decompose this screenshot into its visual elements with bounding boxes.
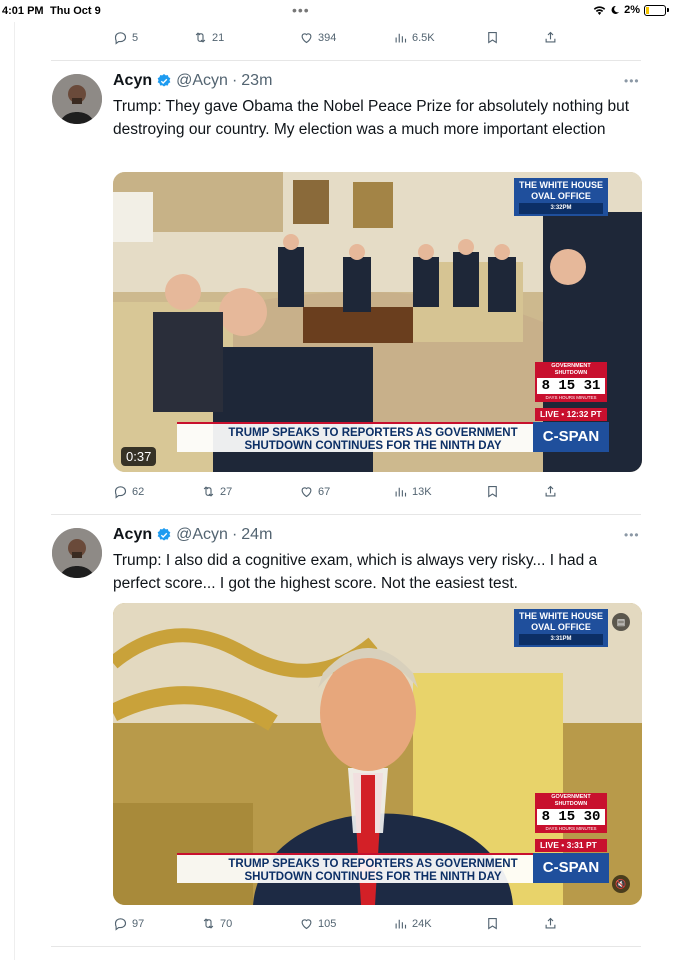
heart-icon	[301, 487, 312, 498]
live-indicator: LIVE • 3:31 PT	[535, 839, 607, 852]
bookmark-button[interactable]	[485, 916, 500, 931]
network-location-badge: THE WHITE HOUSE OVAL OFFICE 3:32PM	[513, 178, 608, 216]
reply-icon	[114, 918, 127, 931]
reply-icon	[114, 32, 127, 45]
share-button[interactable]	[543, 484, 558, 499]
shutdown-count: 8 15 30	[537, 809, 605, 825]
author-name[interactable]: Acyn	[113, 526, 152, 544]
share-icon	[545, 485, 556, 497]
status-time: 4:01 PM	[2, 5, 44, 17]
video-duration: 0:37	[121, 447, 157, 466]
share-icon	[545, 31, 556, 43]
author-handle[interactable]: @Acyn	[176, 72, 228, 90]
bookmark-icon	[488, 917, 497, 930]
views-button[interactable]: 6.5K	[393, 30, 435, 45]
heart-icon	[301, 919, 312, 930]
tweet-actions: 62 27 67 13K	[113, 482, 573, 502]
share-icon	[545, 917, 556, 929]
repost-icon	[203, 918, 214, 929]
tweet-video[interactable]: THE WHITE HOUSE OVAL OFFICE 3:32PM GOVER…	[113, 172, 642, 472]
author-name[interactable]: Acyn	[113, 72, 152, 90]
tweet-divider	[51, 60, 641, 61]
mute-icon[interactable]: 🔇	[612, 875, 630, 893]
avatar[interactable]	[52, 74, 102, 124]
repost-button[interactable]: 70	[201, 916, 232, 931]
verified-badge-icon	[157, 528, 171, 541]
live-indicator: LIVE • 12:32 PT	[535, 408, 607, 421]
like-count: 67	[318, 485, 331, 498]
tweet-actions-previous: 5 21 394 6.5K	[113, 28, 573, 48]
like-button[interactable]: 67	[299, 484, 330, 499]
like-count: 394	[318, 31, 337, 44]
views-chart-icon	[395, 33, 407, 43]
network-location-badge: THE WHITE HOUSE OVAL OFFICE 3:31PM	[513, 609, 608, 647]
repost-count: 27	[220, 485, 233, 498]
news-chyron: TRUMP SPEAKS TO REPORTERS AS GOVERNMENT …	[177, 422, 569, 452]
repost-icon	[195, 32, 206, 43]
captions-icon[interactable]: ▤	[612, 613, 630, 631]
heart-icon	[301, 33, 312, 44]
cspan-logo: C-SPAN	[533, 853, 609, 883]
tweet-divider	[51, 514, 641, 515]
bookmark-icon	[488, 485, 497, 498]
status-right: 2%	[593, 4, 669, 16]
repost-icon	[203, 486, 214, 497]
battery-icon	[644, 4, 669, 16]
repost-button[interactable]: 27	[201, 484, 232, 499]
bookmark-button[interactable]	[485, 484, 500, 499]
views-chart-icon	[395, 487, 407, 497]
tweet-header: Acyn @Acyn · 24m	[113, 526, 273, 544]
reply-icon	[114, 486, 127, 499]
bookmark-button[interactable]	[485, 30, 500, 45]
shutdown-count: 8 15 31	[537, 378, 605, 394]
bookmark-icon	[488, 31, 497, 44]
views-count: 24K	[412, 917, 432, 930]
like-count: 105	[318, 917, 337, 930]
tweet-time[interactable]: 24m	[241, 526, 272, 544]
reply-button[interactable]: 97	[113, 916, 144, 931]
tweet-header: Acyn @Acyn · 23m	[113, 72, 273, 90]
views-count: 6.5K	[412, 31, 435, 44]
moon-icon	[611, 5, 620, 14]
share-button[interactable]	[543, 916, 558, 931]
views-button[interactable]: 24K	[393, 916, 432, 931]
tweet-divider	[51, 946, 641, 947]
tweet-actions: 97 70 105 24K	[113, 914, 573, 934]
more-options-icon[interactable]: •••	[624, 74, 640, 88]
avatar[interactable]	[52, 528, 102, 578]
column-border	[14, 22, 15, 960]
reply-button[interactable]: 5	[113, 30, 138, 45]
repost-count: 70	[220, 917, 233, 930]
reply-button[interactable]: 62	[113, 484, 144, 499]
repost-button[interactable]: 21	[193, 30, 224, 45]
views-chart-icon	[395, 919, 407, 929]
reply-count: 62	[132, 485, 145, 498]
status-date: Thu Oct 9	[50, 5, 101, 17]
reply-count: 5	[132, 31, 139, 44]
like-button[interactable]: 105	[299, 916, 336, 931]
views-count: 13K	[412, 485, 432, 498]
verified-badge-icon	[157, 74, 171, 87]
share-button[interactable]	[543, 30, 558, 45]
more-options-icon[interactable]: •••	[624, 528, 640, 542]
tweet-text: Trump: I also did a cognitive exam, whic…	[113, 552, 598, 592]
battery-percent: 2%	[624, 4, 640, 16]
author-handle[interactable]: @Acyn	[176, 526, 228, 544]
like-button[interactable]: 394	[299, 30, 336, 45]
repost-count: 21	[212, 31, 225, 44]
news-chyron: TRUMP SPEAKS TO REPORTERS AS GOVERNMENT …	[177, 853, 569, 883]
reply-count: 97	[132, 917, 145, 930]
tweet-text: Trump: They gave Obama the Nobel Peace P…	[113, 98, 630, 138]
views-button[interactable]: 13K	[393, 484, 432, 499]
multitasking-dots-icon[interactable]: •••	[292, 2, 310, 18]
wifi-icon	[593, 5, 606, 15]
cspan-logo: C-SPAN	[533, 422, 609, 452]
shutdown-clock: GOVERNMENT SHUTDOWN 8 15 30 DAYS HOURS M…	[535, 793, 607, 833]
shutdown-clock: GOVERNMENT SHUTDOWN 8 15 31 DAYS HOURS M…	[535, 362, 607, 402]
status-bar: 4:01 PM Thu Oct 9 ••• 2%	[0, 0, 680, 22]
tweet-time[interactable]: 23m	[241, 72, 272, 90]
tweet-video[interactable]: THE WHITE HOUSE OVAL OFFICE 3:31PM ▤ GOV…	[113, 603, 642, 905]
